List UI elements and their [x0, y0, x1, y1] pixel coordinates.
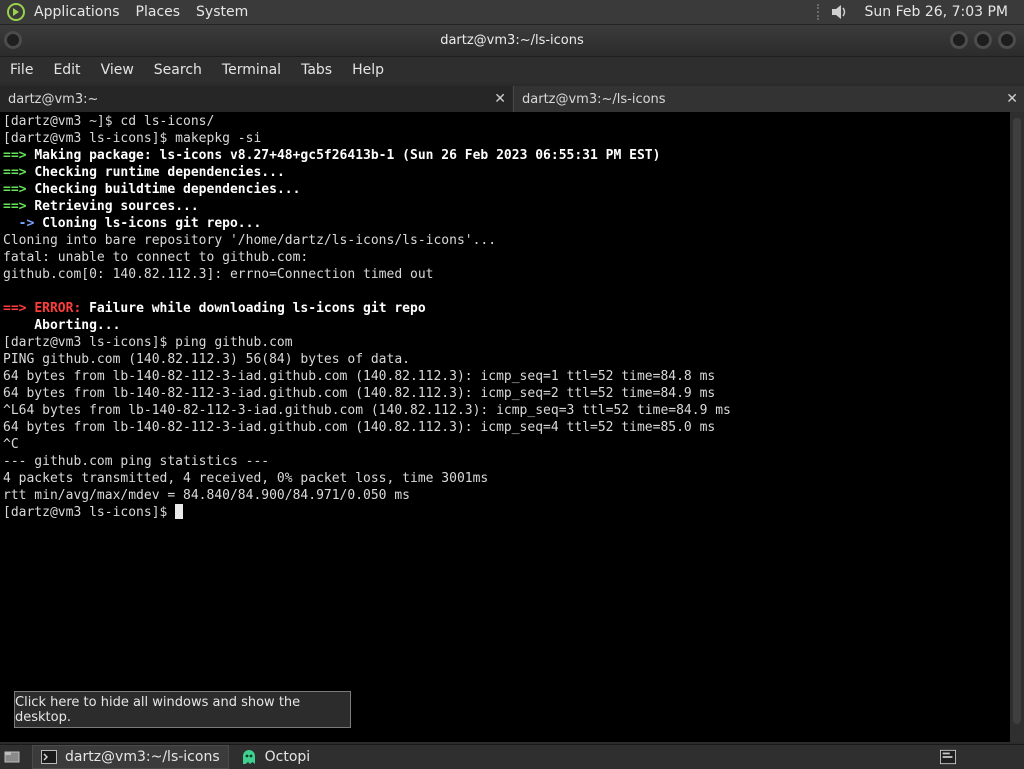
terminal-icon	[41, 749, 57, 765]
terminal-line: [dartz@vm3 ls-icons]$ ping github.com	[3, 335, 293, 350]
terminal-output[interactable]: [dartz@vm3 ~]$ cd ls-icons/ [dartz@vm3 ls…	[0, 112, 1010, 742]
terminal-line: github.com[0: 140.82.112.3]: errno=Conne…	[3, 267, 434, 282]
terminal-line: Aborting...	[3, 318, 121, 333]
taskbar-label: Octopi	[264, 749, 311, 765]
terminal-line: ==> Checking runtime dependencies...	[3, 165, 285, 180]
taskbar-label: dartz@vm3:~/ls-icons	[65, 749, 220, 765]
terminal-line: rtt min/avg/max/mdev = 84.840/84.900/84.…	[3, 488, 410, 503]
top-panel-right: Sun Feb 26, 7:03 PM	[811, 3, 1024, 21]
show-desktop-tooltip: Click here to hide all windows and show …	[14, 691, 351, 728]
terminal-line: fatal: unable to connect to github.com:	[3, 250, 309, 265]
tab-bar: dartz@vm3:~ ✕ dartz@vm3:~/ls-icons ✕	[0, 86, 1024, 112]
window-controls	[950, 31, 1016, 49]
close-tab-icon[interactable]: ✕	[1006, 91, 1018, 107]
terminal-line: ==> Making package: ls-icons v8.27+48+gc…	[3, 148, 661, 163]
terminal-line: ==> Retrieving sources...	[3, 199, 199, 214]
terminal-line: 64 bytes from lb-140-82-112-3-iad.github…	[3, 420, 716, 435]
clock[interactable]: Sun Feb 26, 7:03 PM	[857, 4, 1016, 20]
close-button[interactable]	[998, 31, 1016, 49]
tab-ls-icons[interactable]: dartz@vm3:~/ls-icons ✕	[513, 86, 1024, 112]
panel-grip	[816, 4, 823, 20]
system-menu[interactable]: System	[188, 4, 256, 20]
octopi-ghost-icon	[241, 749, 257, 765]
window-menu-button[interactable]	[4, 31, 22, 49]
taskbar-item-terminal[interactable]: dartz@vm3:~/ls-icons	[32, 745, 229, 769]
maximize-button[interactable]	[974, 31, 992, 49]
text-cursor	[175, 504, 184, 519]
menu-terminal[interactable]: Terminal	[212, 62, 291, 78]
top-panel-left: Applications Places System	[0, 2, 256, 22]
close-tab-icon[interactable]: ✕	[494, 91, 506, 107]
terminal-line: ^C	[3, 437, 19, 452]
tab-home[interactable]: dartz@vm3:~ ✕	[0, 86, 512, 112]
taskbar-item-octopi[interactable]: Octopi	[233, 746, 319, 768]
terminal-line: --- github.com ping statistics ---	[3, 454, 270, 469]
terminal-line: 4 packets transmitted, 4 received, 0% pa…	[3, 471, 489, 486]
minimize-button[interactable]	[950, 31, 968, 49]
terminal-line: [dartz@vm3 ~]$ cd ls-icons/	[3, 114, 215, 129]
tab-label: dartz@vm3:~/ls-icons	[522, 91, 666, 107]
system-tray	[940, 749, 1024, 765]
menu-help[interactable]: Help	[342, 62, 394, 78]
menu-file[interactable]: File	[0, 62, 43, 78]
terminal-line: ^L64 bytes from lb-140-82-112-3-iad.gith…	[3, 403, 731, 418]
top-panel: Applications Places System Sun Feb 26, 7…	[0, 0, 1024, 25]
bottom-panel: dartz@vm3:~/ls-icons Octopi	[0, 744, 1024, 769]
terminal-line: 64 bytes from lb-140-82-112-3-iad.github…	[3, 369, 716, 384]
terminal-line: [dartz@vm3 ls-icons]$	[3, 504, 1010, 521]
terminal-line: 64 bytes from lb-140-82-112-3-iad.github…	[3, 386, 716, 401]
tray-window-icon[interactable]	[940, 749, 956, 765]
menu-tabs[interactable]: Tabs	[291, 62, 342, 78]
places-menu[interactable]: Places	[128, 4, 189, 20]
terminal-line: PING github.com (140.82.112.3) 56(84) by…	[3, 352, 410, 367]
menu-view[interactable]: View	[91, 62, 144, 78]
terminal-line: Cloning into bare repository '/home/dart…	[3, 233, 497, 248]
terminal-line: -> Cloning ls-icons git repo...	[3, 216, 262, 231]
window-titlebar[interactable]: dartz@vm3:~/ls-icons	[0, 25, 1024, 57]
menubar: File Edit View Search Terminal Tabs Help	[0, 57, 1024, 83]
volume-icon[interactable]	[829, 3, 849, 21]
applications-menu[interactable]: Applications	[26, 4, 128, 20]
terminal-line: ==> Checking buildtime dependencies...	[3, 182, 301, 197]
tab-label: dartz@vm3:~	[8, 91, 99, 107]
show-desktop-icon[interactable]	[4, 749, 20, 765]
terminal-line: ==> ERROR: Failure while downloading ls-…	[3, 301, 426, 316]
menu-search[interactable]: Search	[144, 62, 212, 78]
menu-edit[interactable]: Edit	[43, 62, 90, 78]
gnome-foot-icon[interactable]	[6, 2, 26, 22]
terminal-scrollbar[interactable]	[1010, 112, 1024, 742]
window-title: dartz@vm3:~/ls-icons	[440, 33, 584, 48]
terminal-line: [dartz@vm3 ls-icons]$ makepkg -si	[3, 131, 262, 146]
scrollbar-thumb[interactable]	[1013, 118, 1021, 724]
